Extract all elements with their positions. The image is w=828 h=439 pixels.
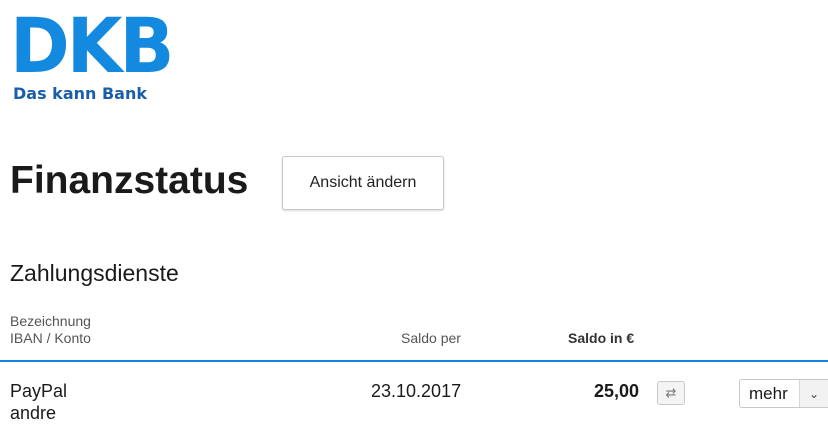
more-select-label: mehr [749, 383, 788, 403]
transfer-button[interactable]: ⇄ [657, 381, 685, 405]
column-header-saldo-eur: Saldo in € [568, 330, 635, 346]
logo-tagline: Das kann Bank [13, 84, 147, 103]
table-header-divider [0, 360, 828, 362]
column-header-name: Bezeichnung [10, 313, 91, 329]
dkb-logo[interactable]: DKB Das kann Bank [10, 8, 180, 103]
logo-mark: DKB [10, 1, 174, 90]
balance-date: 23.10.2017 [371, 381, 462, 401]
chevron-down-icon: ⌄ [799, 380, 828, 407]
more-select[interactable]: mehr ⌄ [739, 379, 828, 408]
column-header-iban: IBAN / Konto [10, 330, 91, 346]
transfer-arrows-icon: ⇄ [665, 385, 677, 401]
account-subname: andre [10, 403, 57, 423]
change-view-button[interactable]: Ansicht ändern [282, 156, 444, 210]
balance-amount: 25,00 [594, 381, 640, 401]
section-title: Zahlungsdienste [10, 260, 179, 286]
page-title: Finanzstatus [10, 159, 249, 202]
column-header-saldo-per: Saldo per [401, 330, 461, 346]
account-name[interactable]: PayPal [10, 380, 67, 402]
